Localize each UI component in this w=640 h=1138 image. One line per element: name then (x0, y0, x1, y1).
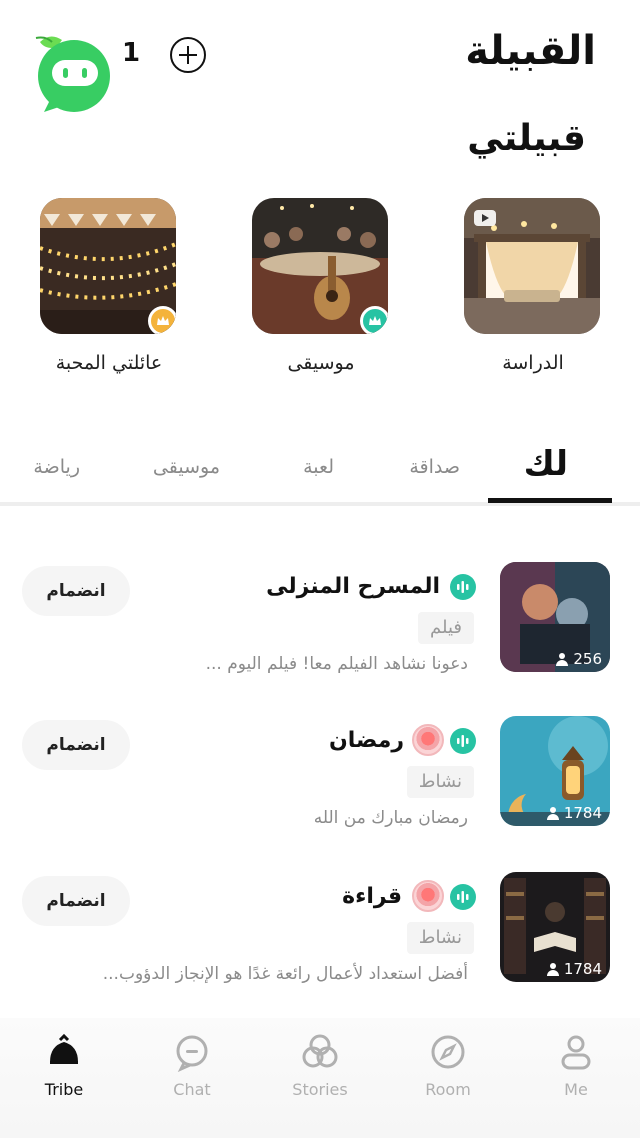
tribe-cover-image (464, 198, 600, 334)
my-tribes-carousel: الدراسة موسيقى عائلتي المحبة (0, 198, 640, 388)
app-logo-icon[interactable] (30, 30, 116, 116)
tribe-thumbnail: 1784 (500, 872, 610, 982)
list-item[interactable]: 256 المسرح المنزلى فيلم دعونا نشاهد الفي… (0, 562, 640, 682)
tribe-tag: فيلم (418, 612, 474, 644)
category-tabs: لك صداقة لعبة موسيقى رياضة (0, 440, 640, 506)
medal-icon (412, 880, 444, 912)
page-title: القبيلة (465, 28, 596, 74)
nav-label: Room (425, 1080, 471, 1099)
list-item[interactable]: 1784 رمضان نشاط رمضان مبارك من الله انضم… (0, 716, 640, 836)
join-button[interactable]: انضمام (22, 720, 130, 770)
nav-label: Me (564, 1080, 588, 1099)
tribe-description: رمضان مبارك من الله (313, 808, 468, 828)
nav-label: Chat (173, 1080, 211, 1099)
join-button[interactable]: انضمام (22, 566, 130, 616)
person-icon (556, 1032, 596, 1072)
header: 1 القبيلة قبيلتي (0, 0, 640, 159)
tribe-description: أفضل استعداد لأعمال رائعة غدًا هو الإنجا… (102, 964, 468, 984)
member-count: 256 (556, 650, 602, 668)
crown-icon (360, 306, 388, 334)
my-tribes-title: قبيلتي (467, 118, 586, 159)
person-icon (546, 806, 559, 820)
tab-friendship[interactable]: صداقة (409, 456, 460, 478)
medal-icon (412, 724, 444, 756)
video-icon (474, 210, 496, 226)
tribe-description: دعونا نشاهد الفيلم معا! فيلم اليوم ... (205, 654, 468, 674)
nav-label: Stories (292, 1080, 348, 1099)
tribe-cover-image (40, 198, 176, 334)
tribe-name: عائلتي المحبة (55, 352, 163, 374)
voice-icon (450, 884, 476, 910)
tribe-tag: نشاط (406, 766, 474, 798)
nav-me[interactable]: Me (526, 1032, 626, 1099)
tribe-title: قراءة (342, 884, 402, 909)
my-tribe-card[interactable]: موسيقى (252, 198, 390, 374)
tribe-thumbnail: 1784 (500, 716, 610, 826)
compass-icon (428, 1032, 468, 1072)
voice-icon (450, 728, 476, 754)
tab-music[interactable]: موسيقى (153, 456, 220, 478)
chat-icon (172, 1032, 212, 1073)
tab-for-you[interactable]: لك (524, 444, 568, 484)
nav-chat[interactable]: Chat (142, 1032, 242, 1099)
tribe-name: الدراسة (502, 352, 564, 374)
member-count: 1784 (546, 960, 602, 978)
tab-sports[interactable]: رياضة (33, 456, 80, 478)
person-icon (546, 962, 559, 976)
person-icon (556, 652, 569, 666)
add-tribe-button[interactable] (170, 37, 206, 73)
active-tab-indicator (488, 498, 612, 503)
bottom-nav: Tribe Chat Stories Room Me (0, 1018, 640, 1138)
crown-icon (148, 306, 176, 334)
tribe-thumbnail: 256 (500, 562, 610, 672)
tribe-title: رمضان (328, 728, 404, 753)
nav-label: Tribe (44, 1080, 84, 1099)
list-item[interactable]: 1784 قراءة نشاط أفضل استعداد لأعمال رائع… (0, 872, 640, 992)
tab-game[interactable]: لعبة (303, 456, 334, 478)
tribe-count: 1 (122, 38, 141, 68)
tribe-icon (44, 1032, 84, 1072)
tribe-title: المسرح المنزلى (266, 574, 440, 599)
nav-room[interactable]: Room (398, 1032, 498, 1099)
stories-icon (300, 1032, 340, 1072)
my-tribe-card[interactable]: عائلتي المحبة (40, 198, 178, 374)
tribe-tag: نشاط (406, 922, 474, 954)
voice-icon (450, 574, 476, 600)
tribe-cover-image (252, 198, 388, 334)
nav-stories[interactable]: Stories (270, 1032, 370, 1099)
tribe-name: موسيقى (287, 352, 355, 374)
my-tribe-card[interactable]: الدراسة (464, 198, 602, 374)
join-button[interactable]: انضمام (22, 876, 130, 926)
member-count: 1784 (546, 804, 602, 822)
nav-tribe[interactable]: Tribe (14, 1032, 114, 1099)
